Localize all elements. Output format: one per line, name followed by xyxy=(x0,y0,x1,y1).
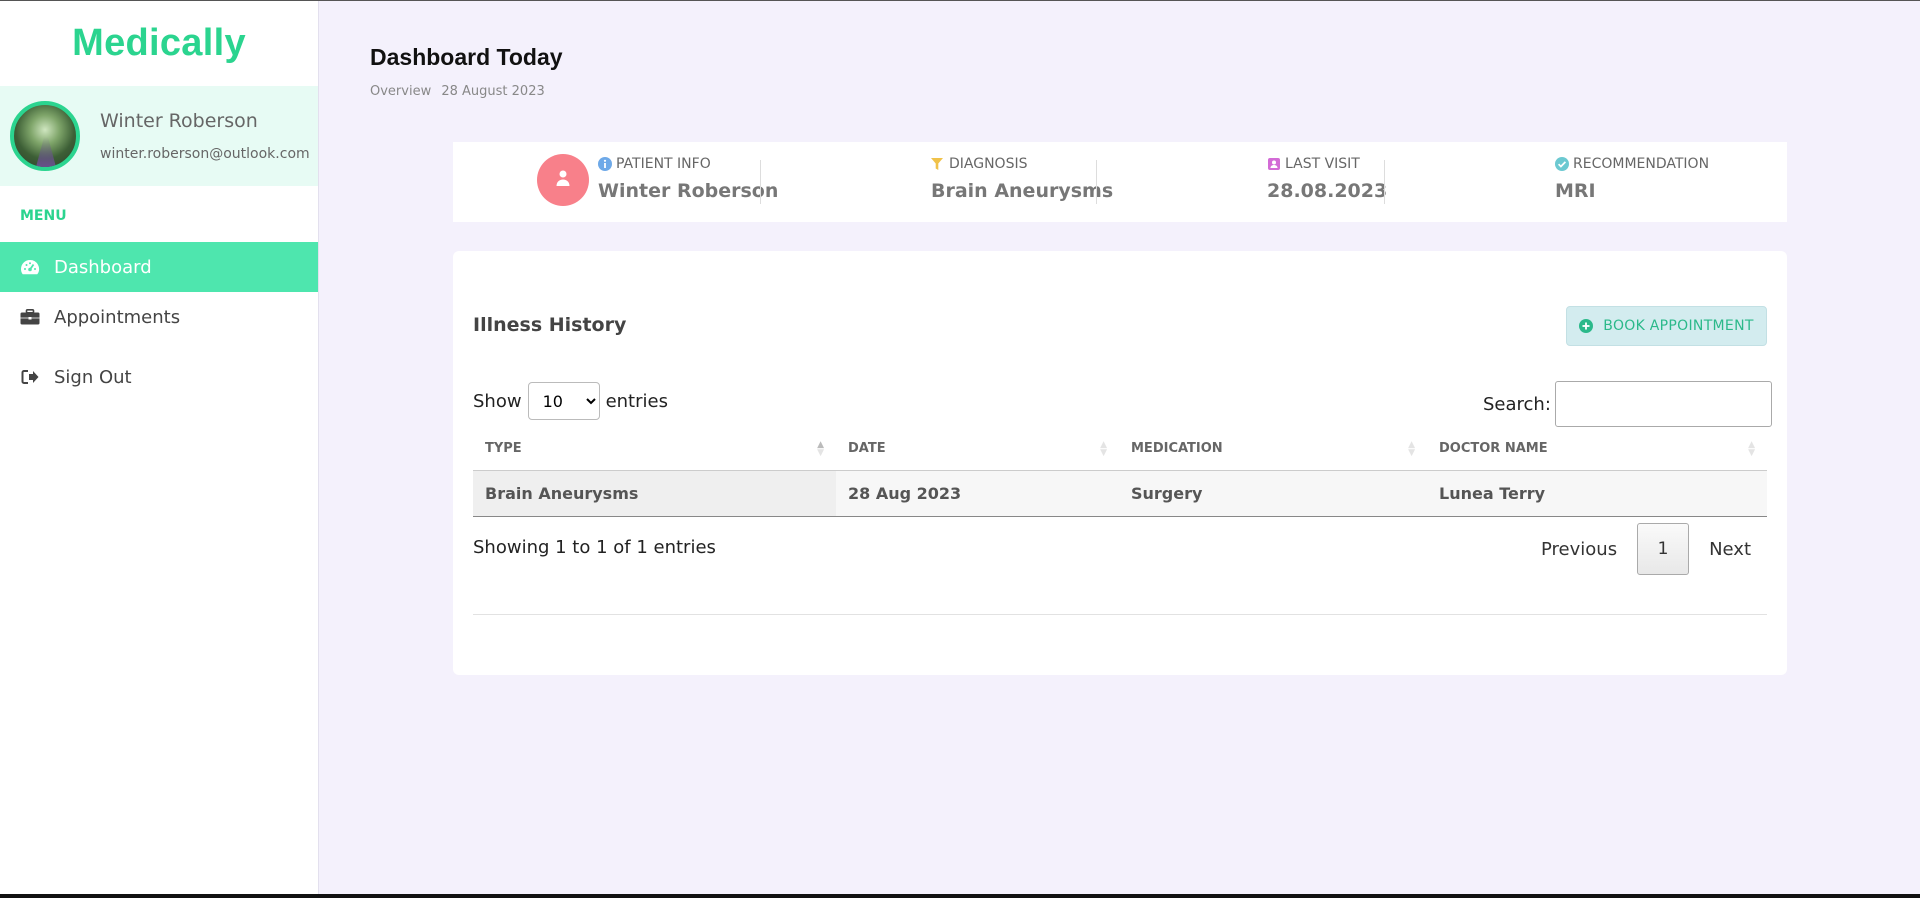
menu-label: MENU xyxy=(20,208,67,224)
column-header-date[interactable]: DATE ▲ ▼ xyxy=(836,427,1119,470)
column-header-label: MEDICATION xyxy=(1131,441,1223,456)
patient-summary-strip: PATIENT INFO Winter Roberson DIAGNOSIS B… xyxy=(453,142,1787,222)
column-header-medication[interactable]: MEDICATION ▲ ▼ xyxy=(1119,427,1427,470)
sort-both-icon: ▲ ▼ xyxy=(1100,440,1107,458)
profile-name: Winter Roberson xyxy=(100,110,258,132)
sidebar-item-label: Dashboard xyxy=(54,256,152,278)
user-icon xyxy=(554,169,572,191)
sidebar-item-label: Sign Out xyxy=(54,366,132,388)
page-size-select[interactable]: 10 xyxy=(527,382,600,420)
search-input[interactable] xyxy=(1554,381,1772,427)
plus-circle-icon xyxy=(1579,319,1594,333)
diagnosis-label: DIAGNOSIS xyxy=(949,156,1028,172)
illness-history-table: TYPE ▲ ▼ DATE ▲ ▼ MEDICATION ▲ ▼ DOCTOR NAM… xyxy=(473,427,1767,517)
table-row[interactable]: Brain Aneurysms 28 Aug 2023 Surgery Lune… xyxy=(473,471,1767,517)
pagination: Previous 1 Next xyxy=(1521,523,1771,575)
previous-page-button[interactable]: Previous xyxy=(1521,523,1637,575)
breadcrumb-date: 28 August 2023 xyxy=(441,84,545,99)
divider xyxy=(1096,160,1097,204)
divider xyxy=(473,614,1767,615)
table-info-text: Showing 1 to 1 of 1 entries xyxy=(473,537,716,558)
diagnosis-value: Brain Aneurysms xyxy=(931,180,1114,202)
patient-avatar xyxy=(537,154,589,206)
table-header: TYPE ▲ ▼ DATE ▲ ▼ MEDICATION ▲ ▼ DOCTOR NAM… xyxy=(473,427,1767,471)
column-header-doctor-name[interactable]: DOCTOR NAME ▲ ▼ xyxy=(1427,427,1767,470)
table-search: Search: xyxy=(1483,381,1772,427)
column-header-label: DATE xyxy=(848,441,886,456)
divider xyxy=(1384,160,1385,204)
cell-type: Brain Aneurysms xyxy=(473,471,836,516)
column-header-label: DOCTOR NAME xyxy=(1439,441,1548,456)
filter-icon xyxy=(931,157,945,171)
patient-info: PATIENT INFO Winter Roberson xyxy=(598,156,778,202)
next-page-button[interactable]: Next xyxy=(1689,523,1771,575)
recommendation-info: RECOMMENDATION MRI xyxy=(1555,156,1709,202)
breadcrumb-overview: Overview xyxy=(370,84,432,99)
cell-doctor-name: Lunea Terry xyxy=(1439,484,1546,503)
show-label: Show xyxy=(473,390,522,412)
sort-both-icon: ▲ ▼ xyxy=(1748,440,1755,458)
sidebar-item-sign-out[interactable]: Sign Out xyxy=(0,352,318,402)
last-visit-label: LAST VISIT xyxy=(1285,156,1360,172)
diagnosis-info: DIAGNOSIS Brain Aneurysms xyxy=(931,156,1113,202)
column-header-type[interactable]: TYPE ▲ ▼ xyxy=(473,427,836,470)
info-circle-icon xyxy=(598,157,612,171)
page-title: Dashboard Today xyxy=(370,44,563,70)
search-label: Search: xyxy=(1483,393,1551,415)
sidebar-item-appointments[interactable]: Appointments xyxy=(0,292,318,342)
window-bottom-border xyxy=(0,894,1920,898)
last-visit-info: LAST VISIT 28.08.2023 xyxy=(1267,156,1387,202)
page-1-button[interactable]: 1 xyxy=(1637,523,1690,575)
breadcrumb: Overview 28 August 2023 xyxy=(370,84,545,99)
sort-asc-icon: ▲ ▼ xyxy=(817,440,824,458)
illness-history-card: Illness History BOOK APPOINTMENT Show 10… xyxy=(453,251,1787,675)
recommendation-label: RECOMMENDATION xyxy=(1573,156,1710,172)
column-header-label: TYPE xyxy=(485,441,522,456)
brand-logo[interactable]: Medically xyxy=(0,1,318,86)
check-circle-icon xyxy=(1555,157,1569,171)
divider xyxy=(760,160,761,204)
illness-history-title: Illness History xyxy=(473,314,627,336)
page-size-control: Show 10 entries xyxy=(473,382,668,420)
book-appointment-button[interactable]: BOOK APPOINTMENT xyxy=(1566,306,1767,346)
profile-card: Winter Roberson winter.roberson@outlook.… xyxy=(0,86,318,186)
profile-email: winter.roberson@outlook.com xyxy=(100,146,310,162)
patient-info-label: PATIENT INFO xyxy=(616,156,711,172)
patient-info-value: Winter Roberson xyxy=(598,180,779,202)
calendar-badge-icon xyxy=(1267,157,1281,171)
book-appointment-label: BOOK APPOINTMENT xyxy=(1603,318,1754,334)
sidebar: Medically Winter Roberson winter.roberso… xyxy=(0,1,319,894)
dashboard-gauge-icon xyxy=(20,257,40,277)
cell-medication: Surgery xyxy=(1131,484,1203,503)
last-visit-value: 28.08.2023 xyxy=(1267,180,1388,202)
sidebar-item-label: Appointments xyxy=(54,306,181,328)
cell-date: 28 Aug 2023 xyxy=(848,484,962,503)
sign-out-icon xyxy=(20,367,40,387)
entries-label: entries xyxy=(605,390,668,412)
sort-both-icon: ▲ ▼ xyxy=(1408,440,1415,458)
sidebar-item-dashboard[interactable]: Dashboard xyxy=(0,242,318,292)
briefcase-icon xyxy=(20,307,40,327)
avatar xyxy=(10,101,80,171)
recommendation-value: MRI xyxy=(1555,180,1596,202)
